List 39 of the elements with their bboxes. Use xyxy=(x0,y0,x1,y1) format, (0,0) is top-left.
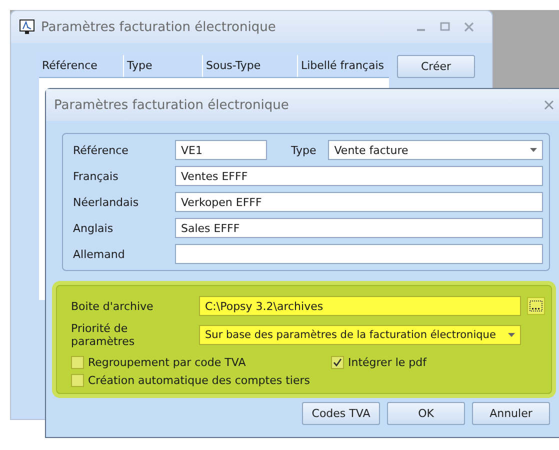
dropdown-arrow-icon xyxy=(530,148,537,152)
close-icon[interactable] xyxy=(544,100,554,110)
column-header[interactable]: Libellé français xyxy=(298,55,389,77)
input-field[interactable]: C:\Popsy 3.2\archives xyxy=(199,296,521,316)
dialog-title: Paramètres facturation électronique xyxy=(54,98,289,112)
dropdown-field[interactable]: Sur base des paramètres de la facturation électronique xyxy=(199,325,521,345)
input-field[interactable]: Verkopen EFFF xyxy=(175,192,543,212)
maximize-icon[interactable] xyxy=(440,22,450,32)
input-field[interactable]: VE1 xyxy=(175,140,267,160)
field-label: Référence xyxy=(73,144,130,156)
field-label: Boite d'archive xyxy=(71,300,154,312)
column-header[interactable]: Sous-Type xyxy=(203,55,298,77)
checkbox[interactable] xyxy=(71,374,84,387)
input-field[interactable] xyxy=(175,244,543,264)
checkbox-label: Création automatique des comptes tiers xyxy=(88,374,310,387)
browse-icon[interactable] xyxy=(527,297,545,315)
column-header[interactable]: Type xyxy=(124,55,203,77)
column-header[interactable]: Référence xyxy=(39,55,124,77)
input-field[interactable]: Ventes EFFF xyxy=(175,166,543,186)
monitor-icon xyxy=(19,19,35,35)
checkbox[interactable] xyxy=(71,356,84,369)
checkbox-label: Intégrer le pdf xyxy=(348,356,427,369)
field-label: Néerlandais xyxy=(73,196,140,208)
create-button[interactable]: Créer xyxy=(397,55,475,78)
checkbox[interactable] xyxy=(331,356,344,369)
close-icon[interactable] xyxy=(464,22,474,32)
field-label: Priorité de paramètres xyxy=(71,322,136,348)
input-field[interactable]: Sales EFFF xyxy=(175,218,543,238)
field-label: Anglais xyxy=(73,222,114,234)
dialog-button[interactable]: Codes TVA xyxy=(302,402,380,425)
dialog-button[interactable]: OK xyxy=(387,402,465,425)
dropdown-field[interactable]: Vente facture xyxy=(328,140,543,160)
field-label: Français xyxy=(73,170,120,182)
window-title: Paramètres facturation électronique xyxy=(41,20,276,34)
field-label: Type xyxy=(291,144,316,156)
field-label: Allemand xyxy=(73,248,126,260)
checkbox-label: Regroupement par code TVA xyxy=(88,356,246,369)
dialog-button[interactable]: Annuler xyxy=(472,402,550,425)
dropdown-arrow-icon xyxy=(508,333,515,337)
